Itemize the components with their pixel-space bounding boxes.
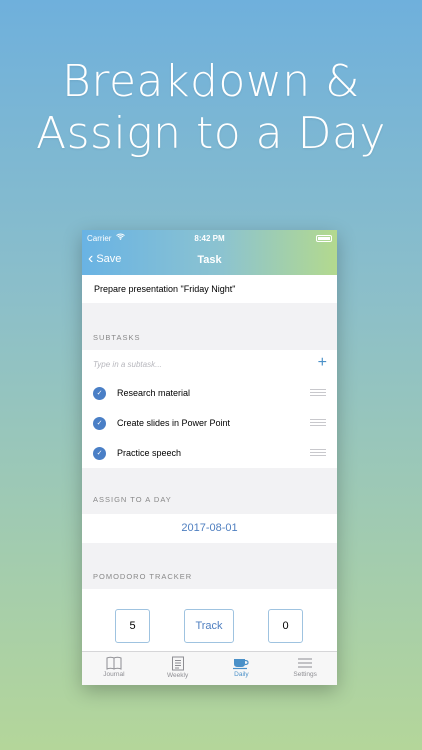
subtask-row[interactable]: ✓ Practice speech: [82, 438, 337, 468]
subtask-row[interactable]: ✓ Research material: [82, 378, 337, 408]
promo-headline: Breakdown & Assign to a Day: [0, 56, 422, 160]
add-subtask-icon[interactable]: +: [318, 354, 327, 372]
headline-line-2: Assign to a Day: [36, 108, 386, 159]
notepad-icon: [171, 656, 184, 671]
planned-pomodoros-field[interactable]: 5: [115, 609, 150, 643]
headline-line-1: Breakdown &: [62, 56, 360, 107]
subtask-label: Create slides in Power Point: [117, 418, 231, 428]
pomodoro-tracker: 5 Track 0: [82, 589, 337, 651]
checkmark-icon[interactable]: ✓: [93, 386, 106, 400]
status-time: 8:42 PM: [194, 234, 225, 243]
subtasks-list: Type in a subtask... + ✓ Research materi…: [82, 350, 337, 468]
tab-journal[interactable]: Journal: [82, 652, 146, 685]
tab-daily-label: Daily: [234, 671, 249, 678]
tab-daily[interactable]: Daily: [210, 652, 274, 685]
tab-bar: Journal Weekly Daily Settings: [82, 651, 337, 685]
top-bar: Carrier 8:42 PM ‹ Save Task: [82, 230, 337, 275]
track-button[interactable]: Track: [184, 609, 234, 643]
tab-journal-label: Journal: [103, 671, 125, 678]
nav-title: Task: [197, 254, 222, 266]
drag-handle-icon[interactable]: [310, 449, 326, 456]
drag-handle-icon[interactable]: [310, 389, 326, 396]
coffee-cup-icon: [233, 659, 250, 670]
subtask-label: Research material: [117, 388, 191, 398]
phone-screen: Carrier 8:42 PM ‹ Save Task Prepare pres…: [82, 230, 337, 685]
task-title-field[interactable]: Prepare presentation "Friday Night": [82, 275, 337, 303]
subtasks-header: SUBTASKS: [93, 333, 141, 342]
subtask-label: Practice speech: [117, 448, 182, 458]
pomodoro-header: POMODORO TRACKER: [93, 572, 193, 581]
subtask-row[interactable]: ✓ Create slides in Power Point: [82, 408, 337, 438]
battery-icon: [316, 235, 332, 242]
tab-weekly-label: Weekly: [167, 672, 189, 679]
assign-day-header: ASSIGN TO A DAY: [93, 495, 172, 504]
tab-settings[interactable]: Settings: [273, 652, 337, 685]
tab-settings-label: Settings: [293, 671, 317, 678]
navigation-bar: ‹ Save Task: [82, 246, 337, 275]
completed-pomodoros-field[interactable]: 0: [268, 609, 303, 643]
assign-date-picker[interactable]: 2017-08-01: [82, 514, 337, 543]
status-bar: Carrier 8:42 PM: [82, 230, 337, 246]
checkmark-icon[interactable]: ✓: [93, 446, 106, 460]
tab-weekly[interactable]: Weekly: [146, 652, 210, 685]
drag-handle-icon[interactable]: [310, 419, 326, 426]
checkmark-icon[interactable]: ✓: [93, 416, 106, 430]
subtask-input[interactable]: Type in a subtask... +: [82, 350, 337, 378]
book-icon: [106, 656, 122, 670]
menu-lines-icon: [298, 658, 313, 668]
subtask-placeholder: Type in a subtask...: [93, 359, 162, 369]
